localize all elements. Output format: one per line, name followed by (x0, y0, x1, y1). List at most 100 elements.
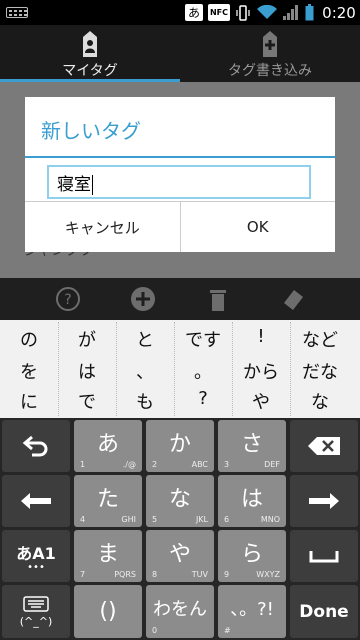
tab-write-tag-label: タグ書き込み (228, 63, 312, 79)
key-ma-sub: PQRS (114, 570, 136, 579)
key-sa-sub: DEF (264, 460, 280, 469)
key-ta-sub: GHI (121, 515, 136, 524)
suggestion-item[interactable]: 。 (174, 358, 232, 384)
key-ka-label: か (168, 432, 191, 457)
battery-icon (304, 4, 314, 21)
suggestion-bar: の を に が は で と 、 も です 。 ? ! から や など だな な (0, 320, 360, 418)
done-label: Done (299, 601, 349, 622)
arrow-left-icon (21, 493, 51, 509)
more-dots-icon: ••• (27, 562, 45, 573)
key-a-sub: ./@ (122, 460, 136, 469)
key-ya[interactable]: や 8 TUV (146, 530, 214, 582)
ime-keyboard: あ 1 ./@ か 2 ABC さ 3 DEF た 4 GHI な 5 JKL … (0, 418, 360, 640)
backspace-icon (308, 437, 340, 455)
key-ra-num: 9 (224, 570, 230, 579)
cancel-button[interactable]: キャンセル (25, 202, 180, 252)
key-ka[interactable]: か 2 ABC (146, 420, 214, 472)
suggestion-column: です 。 ? (174, 320, 232, 418)
suggestion-item[interactable]: ! (232, 326, 290, 347)
backspace-key[interactable] (290, 420, 358, 472)
key-na-label: な (168, 487, 191, 512)
key-ya-num: 8 (152, 570, 158, 579)
key-ma[interactable]: ま 7 PQRS (74, 530, 142, 582)
key-ra[interactable]: ら 9 WXYZ (218, 530, 286, 582)
suggestion-column: など だな な (290, 320, 350, 418)
dialog-divider (25, 156, 335, 158)
dialog-title: 新しいタグ (41, 119, 141, 143)
key-na[interactable]: な 5 JKL (146, 475, 214, 527)
key-a-num: 1 (80, 460, 86, 469)
key-punctuation-num: # (224, 626, 231, 635)
undo-key[interactable] (2, 420, 70, 472)
key-sa-label: さ (240, 432, 263, 457)
new-tag-dialog: 新しいタグ 寝室 キャンセル OK (25, 97, 335, 252)
cursor-right-key[interactable] (290, 475, 358, 527)
arrow-right-icon (309, 493, 339, 509)
eraser-icon[interactable] (280, 286, 306, 312)
clock: 0:20 (322, 3, 356, 22)
trash-icon[interactable] (205, 286, 231, 312)
key-ha-sub: MNO (260, 515, 280, 524)
wifi-icon (256, 4, 278, 21)
ok-button[interactable]: OK (179, 202, 336, 252)
suggestion-column: の を に (0, 320, 58, 418)
suggestion-item[interactable]: に (0, 388, 58, 414)
key-ya-label: や (168, 542, 191, 567)
tag-name-input[interactable]: 寝室 (47, 165, 311, 199)
text-cursor (92, 175, 93, 195)
key-ya-sub: TUV (191, 570, 208, 579)
emoticon-keyboard-key[interactable]: (^_^) (2, 585, 70, 638)
key-punctuation[interactable]: 、。?! # (218, 585, 286, 638)
suggestion-item[interactable]: の (0, 326, 58, 352)
suggestion-item[interactable]: が (58, 326, 116, 352)
keyboard-notification-icon (6, 7, 28, 18)
key-brackets[interactable]: () (74, 585, 142, 638)
dialog-buttons: キャンセル OK (25, 201, 335, 252)
action-toolbar: ? (0, 278, 360, 320)
suggestion-item[interactable]: や (232, 388, 290, 414)
help-icon[interactable]: ? (55, 286, 81, 312)
key-ha[interactable]: は 6 MNO (218, 475, 286, 527)
suggestion-item[interactable]: 、 (116, 358, 174, 384)
key-a[interactable]: あ 1 ./@ (74, 420, 142, 472)
suggestion-item[interactable]: な (290, 388, 350, 414)
suggestion-item[interactable]: ? (174, 388, 232, 409)
tab-write-tag[interactable]: タグ書き込み (180, 25, 360, 82)
key-ma-num: 7 (80, 570, 86, 579)
screen: あ NFC 0:20 マイタグ タグ書き込み ? 新しいタグ 寝室 キャンセル … (0, 0, 360, 640)
tab-my-tags[interactable]: マイタグ (0, 25, 180, 82)
key-na-num: 5 (152, 515, 158, 524)
done-key[interactable]: Done (290, 585, 358, 638)
key-na-sub: JKL (195, 515, 208, 524)
suggestion-column: と 、 も (116, 320, 174, 418)
key-ta-label: た (96, 487, 119, 512)
suggestion-item[interactable]: など (290, 326, 350, 352)
cursor-left-key[interactable] (2, 475, 70, 527)
key-wa[interactable]: わをん 0 (146, 585, 214, 638)
key-sa-num: 3 (224, 460, 230, 469)
suggestion-item[interactable]: から (232, 358, 290, 384)
key-ha-num: 6 (224, 515, 230, 524)
key-ha-label: は (240, 487, 263, 512)
tab-bar: マイタグ タグ書き込み (0, 25, 360, 82)
key-sa[interactable]: さ 3 DEF (218, 420, 286, 472)
suggestion-item[interactable]: も (116, 388, 174, 414)
add-icon[interactable] (130, 286, 156, 312)
suggestion-item[interactable]: を (0, 358, 58, 384)
key-ta[interactable]: た 4 GHI (74, 475, 142, 527)
key-ka-num: 2 (152, 460, 158, 469)
tag-name-value: 寝室 (57, 175, 91, 195)
suggestion-item[interactable]: だな (290, 358, 350, 384)
keyboard-icon (23, 595, 49, 612)
suggestion-item[interactable]: で (58, 388, 116, 414)
suggestion-item[interactable]: と (116, 326, 174, 352)
space-key[interactable] (290, 530, 358, 582)
key-ra-label: ら (240, 542, 263, 567)
input-mode-key[interactable]: あA1 ••• (2, 530, 70, 582)
key-punctuation-label: 、。?! (230, 599, 274, 620)
person-tag-icon (83, 31, 97, 57)
status-bar: あ NFC 0:20 (0, 0, 360, 25)
suggestion-item[interactable]: です (174, 326, 232, 352)
space-icon (309, 551, 339, 563)
suggestion-item[interactable]: は (58, 358, 116, 384)
